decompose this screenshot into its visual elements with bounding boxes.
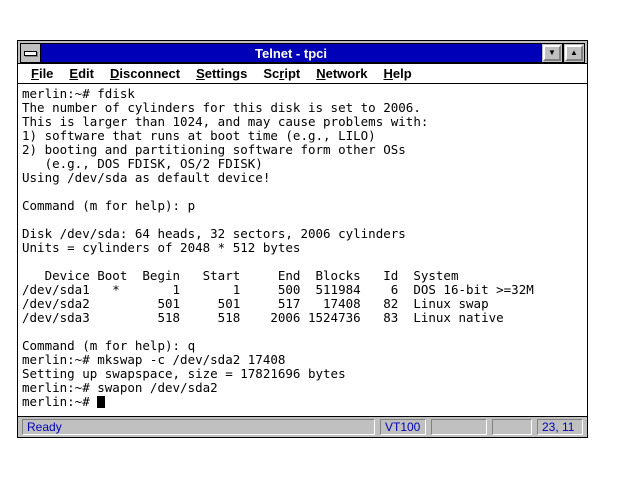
terminal-line: 2) booting and partitioning software for… <box>22 143 587 157</box>
terminal-line <box>22 325 587 339</box>
status-panel-terminal-emulation: VT100 <box>380 419 426 435</box>
menu-item-settings[interactable]: Settings <box>188 64 255 83</box>
terminal-line <box>22 255 587 269</box>
terminal-cursor <box>97 396 105 408</box>
maximize-arrow-icon: ▲ <box>565 45 583 61</box>
terminal-line: merlin:~# fdisk <box>22 87 587 101</box>
status-bar: Ready VT100 23, 11 <box>18 416 587 437</box>
terminal-line: This is larger than 1024, and may cause … <box>22 115 587 129</box>
terminal-line: /dev/sda3 518 518 2006 1524736 83 Linux … <box>22 311 587 325</box>
system-menu-icon <box>24 51 37 56</box>
window-title: Telnet - tpci <box>41 43 541 63</box>
minimize-arrow-icon: ▼ <box>543 45 561 61</box>
status-panel-status-message: Ready <box>22 419 375 435</box>
terminal-line <box>22 185 587 199</box>
terminal-line: Setting up swapspace, size = 17821696 by… <box>22 367 587 381</box>
title-bar: Telnet - tpci ▼ ▲ <box>18 41 587 63</box>
status-panel-status-empty-1 <box>431 419 487 435</box>
terminal-line <box>22 213 587 227</box>
menu-item-edit[interactable]: Edit <box>61 64 102 83</box>
menu-item-network[interactable]: Network <box>308 64 375 83</box>
menu-bar: FileEditDisconnectSettingsScriptNetworkH… <box>18 63 587 84</box>
terminal-line: The number of cylinders for this disk is… <box>22 101 587 115</box>
terminal-line: merlin:~# <box>22 395 587 409</box>
terminal-line: Command (m for help): p <box>22 199 587 213</box>
terminal-line: 1) software that runs at boot time (e.g.… <box>22 129 587 143</box>
status-panel-status-empty-2 <box>492 419 532 435</box>
terminal-line: merlin:~# mkswap -c /dev/sda2 17408 <box>22 353 587 367</box>
menu-item-script[interactable]: Script <box>255 64 308 83</box>
menu-item-help[interactable]: Help <box>376 64 420 83</box>
menu-item-disconnect[interactable]: Disconnect <box>102 64 188 83</box>
maximize-button[interactable]: ▲ <box>563 43 585 63</box>
terminal-line: Disk /dev/sda: 64 heads, 32 sectors, 200… <box>22 227 587 241</box>
terminal-line: Device Boot Begin Start End Blocks Id Sy… <box>22 269 587 283</box>
terminal-line: (e.g., DOS FDISK, OS/2 FDISK) <box>22 157 587 171</box>
terminal-line: /dev/sda2 501 501 517 17408 82 Linux swa… <box>22 297 587 311</box>
menu-item-file[interactable]: File <box>23 64 61 83</box>
terminal-line: Command (m for help): q <box>22 339 587 353</box>
terminal-line: /dev/sda1 * 1 1 500 511984 6 DOS 16-bit … <box>22 283 587 297</box>
minimize-button[interactable]: ▼ <box>541 43 563 63</box>
terminal-line: Units = cylinders of 2048 * 512 bytes <box>22 241 587 255</box>
terminal-screen[interactable]: merlin:~# fdiskThe number of cylinders f… <box>18 84 587 416</box>
telnet-window: Telnet - tpci ▼ ▲ FileEditDisconnectSett… <box>17 40 588 438</box>
terminal-line: merlin:~# swapon /dev/sda2 <box>22 381 587 395</box>
system-menu-button[interactable] <box>20 43 41 63</box>
status-panel-cursor-position: 23, 11 <box>537 419 583 435</box>
terminal-line: Using /dev/sda as default device! <box>22 171 587 185</box>
